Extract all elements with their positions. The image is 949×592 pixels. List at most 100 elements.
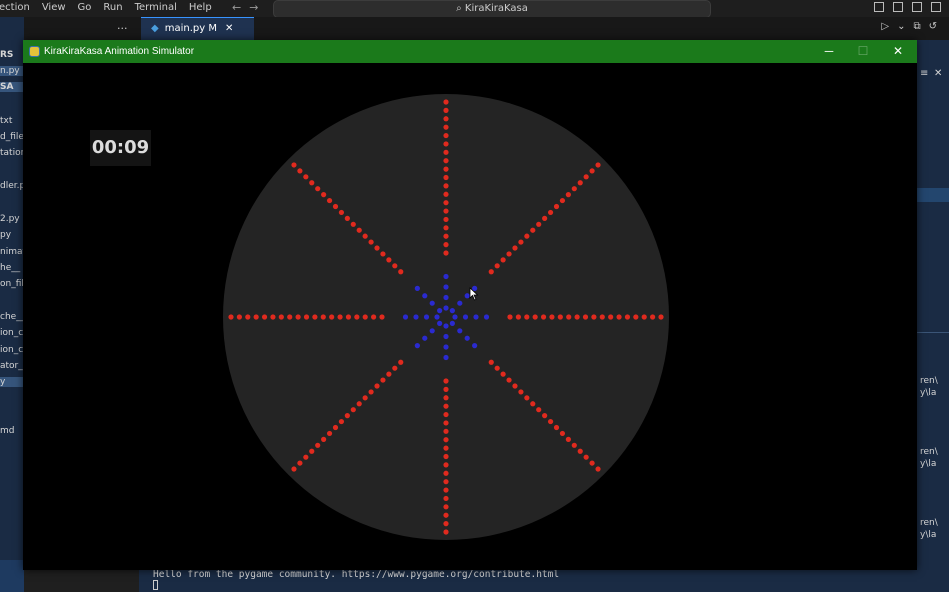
outer-led-dot — [303, 174, 309, 180]
outer-led-dot — [488, 269, 494, 275]
explorer-item[interactable]: che__ — [0, 312, 24, 322]
inner-led-dot — [423, 314, 430, 320]
outer-led-dot — [443, 512, 449, 518]
outer-led-dot — [356, 227, 362, 233]
vscode-titlebar: ection View Go Run Terminal Help ←→ ⌕ Ki… — [0, 0, 949, 18]
toggle-sidebar-icon[interactable] — [874, 2, 884, 12]
outer-led-dot — [650, 314, 656, 320]
outer-led-dot — [332, 424, 339, 431]
terminal-output[interactable]: Hello from the pygame community. https:/… — [139, 569, 917, 592]
explorer-item[interactable]: 2.py — [0, 214, 20, 224]
forward-arrow-icon[interactable]: → — [249, 1, 266, 14]
outer-led-dot — [641, 314, 647, 320]
outer-led-dot — [344, 215, 350, 221]
terminal-text: y\la — [920, 530, 937, 540]
chevron-down-icon[interactable]: ⌄ — [897, 21, 913, 32]
outer-led-dot — [565, 192, 571, 198]
outer-led-dot — [443, 529, 449, 535]
outer-led-dot — [228, 314, 234, 320]
outer-led-dot — [443, 479, 449, 485]
run-icon[interactable]: ▷ — [881, 21, 897, 32]
menu-go[interactable]: Go — [78, 2, 92, 13]
outer-led-dot — [582, 314, 589, 320]
tab-main-py[interactable]: ◆ main.py M ✕ — [141, 17, 254, 40]
outer-led-dot — [338, 418, 345, 425]
outer-led-dot — [329, 314, 335, 320]
explorer-item[interactable]: md — [0, 426, 14, 436]
minimize-button[interactable]: ─ — [812, 40, 846, 63]
explorer-item[interactable]: he__ — [0, 263, 20, 273]
more-actions-icon[interactable]: ··· — [117, 22, 128, 35]
outer-led-dot — [518, 239, 524, 245]
outer-led-dot — [443, 462, 449, 468]
outer-led-dot — [565, 436, 571, 442]
outer-led-dot — [398, 359, 404, 365]
animation-canvas[interactable]: 00:09 — [23, 63, 917, 570]
explorer-folder[interactable]: SA — [0, 82, 24, 92]
menu-help[interactable]: Help — [189, 2, 212, 13]
explorer-item-selected[interactable]: y — [0, 377, 24, 387]
outer-led-dot — [315, 186, 321, 192]
outer-led-dot — [443, 242, 449, 248]
explorer-item[interactable]: ion_c — [0, 345, 23, 355]
menu-selection[interactable]: ection — [0, 2, 30, 13]
panel-menu-icon[interactable]: ≡ — [920, 68, 928, 79]
explorer-item[interactable]: d_file. — [0, 132, 24, 142]
outer-led-dot — [297, 168, 303, 174]
outer-led-dot — [553, 203, 560, 210]
outer-led-dot — [443, 504, 449, 510]
inner-led-dot — [429, 328, 435, 334]
inner-led-dot — [402, 314, 409, 320]
outer-led-dot — [374, 383, 380, 389]
outer-led-dot — [542, 215, 548, 221]
outer-led-dot — [345, 314, 352, 320]
close-panel-icon[interactable]: ✕ — [934, 68, 942, 79]
close-window-button[interactable]: ✕ — [881, 40, 915, 63]
explorer-item[interactable]: py — [0, 230, 11, 240]
outer-led-dot — [368, 239, 374, 245]
outer-led-dot — [633, 314, 639, 320]
window-title: KiraKiraKasa Animation Simulator — [44, 46, 195, 57]
outer-led-dot — [658, 314, 664, 320]
explorer-item[interactable]: ion_c — [0, 328, 23, 338]
outer-led-dot — [530, 227, 536, 233]
customize-layout-icon[interactable] — [931, 2, 941, 12]
outer-led-dot — [443, 200, 449, 206]
inner-led-dot — [434, 314, 440, 320]
compare-icon[interactable]: ⧉ — [913, 21, 928, 32]
outer-led-dot — [443, 250, 449, 256]
outer-led-dot — [443, 445, 449, 451]
explorer-item[interactable]: ator_ — [0, 361, 23, 371]
inner-led-dot — [443, 284, 449, 290]
explorer-item[interactable]: tation — [0, 148, 24, 158]
outer-led-dot — [616, 314, 622, 320]
tab-status: M — [208, 23, 217, 34]
explorer-item[interactable]: txt — [0, 116, 12, 126]
inner-led-dot — [443, 333, 449, 340]
back-arrow-icon[interactable]: ← — [232, 1, 249, 14]
outer-led-dot — [583, 174, 589, 180]
explorer-item[interactable]: dler.p — [0, 181, 24, 191]
toggle-panel-icon[interactable] — [893, 2, 903, 12]
explorer-item[interactable]: n.py — [0, 66, 24, 76]
menu-terminal[interactable]: Terminal — [135, 2, 177, 13]
outer-led-dot — [506, 377, 512, 383]
command-center-search[interactable]: ⌕ KiraKiraKasa — [273, 0, 711, 18]
outer-led-dot — [443, 437, 449, 443]
pygame-titlebar[interactable]: KiraKiraKasa Animation Simulator ─ ☐ ✕ — [23, 40, 917, 63]
toggle-secondary-sidebar-icon[interactable] — [912, 2, 922, 12]
explorer-item[interactable]: on_file — [0, 279, 24, 289]
editor-actions: ▷⌄⧉↺ — [881, 21, 945, 32]
menu-view[interactable]: View — [42, 2, 66, 13]
outer-led-dot — [589, 460, 595, 466]
explorer-item[interactable]: nimat — [0, 247, 24, 257]
maximize-button[interactable]: ☐ — [846, 40, 880, 63]
revert-icon[interactable]: ↺ — [929, 21, 945, 32]
menu-run[interactable]: Run — [103, 2, 122, 13]
close-icon[interactable]: ✕ — [225, 23, 233, 34]
terminal-tab-highlight — [917, 188, 949, 202]
outer-led-dot — [443, 216, 449, 223]
terminal-text: ren\ — [920, 518, 938, 528]
outer-led-dot — [506, 251, 512, 257]
terminal-panel-right: ≡ ✕ ren\ y\la ren\ y\la ren\ y\la — [917, 40, 949, 592]
